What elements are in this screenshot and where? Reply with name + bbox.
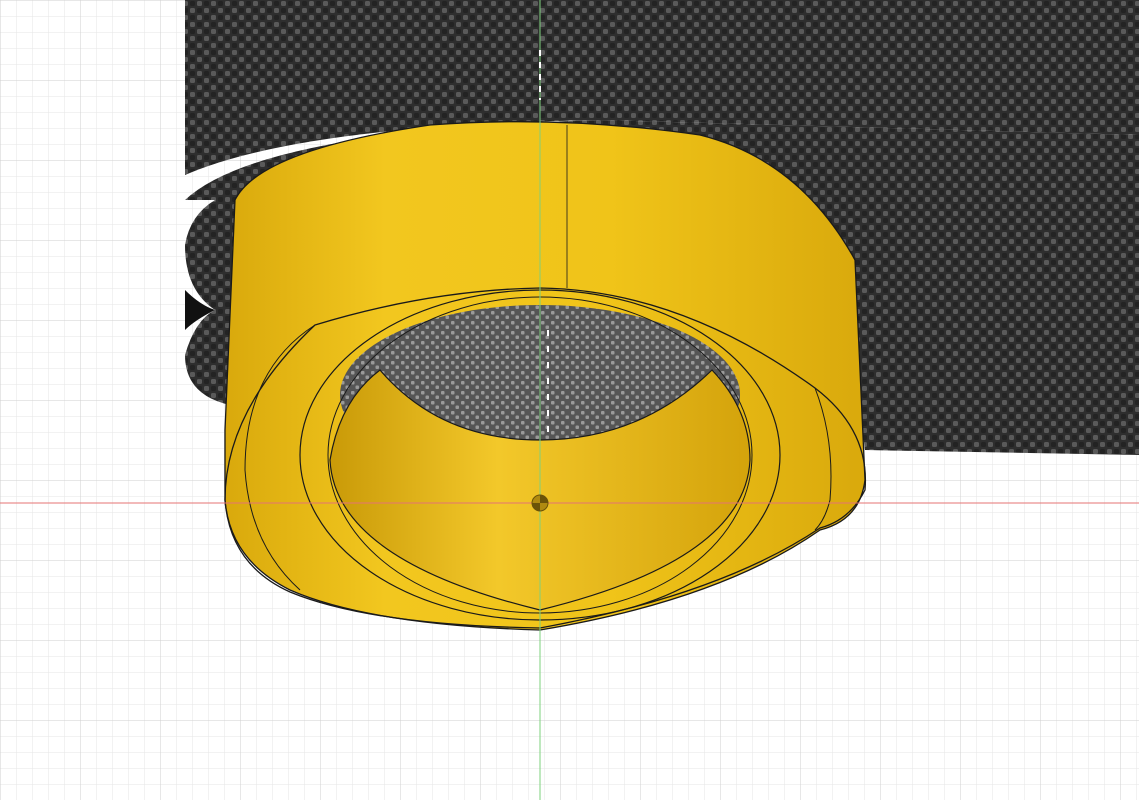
origin-marker[interactable]	[531, 494, 549, 512]
cad-scene[interactable]	[0, 0, 1139, 800]
3d-viewport[interactable]	[0, 0, 1139, 800]
